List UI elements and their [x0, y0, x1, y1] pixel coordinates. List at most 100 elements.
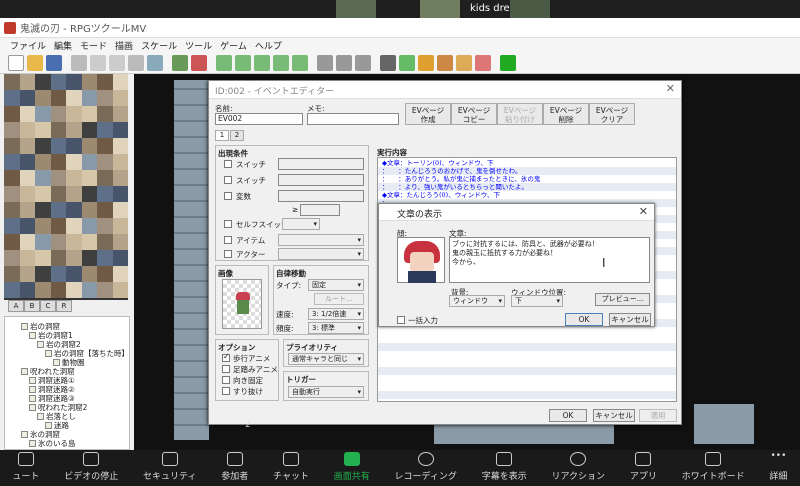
tile[interactable]: [97, 218, 113, 234]
tile[interactable]: [66, 122, 82, 138]
tile[interactable]: [81, 106, 98, 122]
tile[interactable]: [35, 250, 51, 266]
tile[interactable]: [50, 218, 67, 234]
tile[interactable]: [81, 218, 98, 234]
tile[interactable]: [19, 154, 36, 170]
tile[interactable]: [50, 170, 67, 186]
tile[interactable]: [81, 90, 98, 106]
cut-icon[interactable]: [71, 54, 87, 71]
cancel-button[interactable]: キャンセル: [593, 409, 635, 422]
face-picker[interactable]: [397, 237, 445, 283]
background-select[interactable]: ウィンドウ: [449, 295, 505, 307]
resource-manager-icon[interactable]: [456, 54, 472, 71]
menu-help[interactable]: ヘルプ: [255, 39, 282, 52]
actor-select[interactable]: [278, 248, 364, 260]
ok-button[interactable]: OK: [549, 409, 587, 422]
tile[interactable]: [112, 282, 128, 298]
freq-select[interactable]: 3: 標準: [308, 322, 364, 334]
tile[interactable]: [81, 266, 98, 282]
tile[interactable]: [4, 74, 20, 90]
switch1-checkbox[interactable]: [224, 160, 232, 168]
message-textarea[interactable]: ブゥに対抗するには、防具と、武器が必要ね！ 鬼の親玉に抵抗する力が必要ね！ 今か…: [449, 237, 650, 283]
tile[interactable]: [35, 170, 51, 186]
reactions-button[interactable]: リアクション: [551, 452, 605, 482]
tile[interactable]: [112, 122, 128, 138]
stop-video-button[interactable]: ビデオの停止: [64, 452, 118, 482]
tile[interactable]: [66, 138, 82, 154]
tile[interactable]: [97, 74, 113, 90]
sound-test-icon[interactable]: [418, 54, 434, 71]
tile[interactable]: [35, 90, 51, 106]
move-type-select[interactable]: 固定: [308, 279, 364, 291]
chat-button[interactable]: チャット: [273, 452, 309, 482]
video-thumbnail[interactable]: [336, 0, 376, 18]
tile[interactable]: [4, 234, 20, 250]
tile[interactable]: [4, 202, 20, 218]
tile[interactable]: [4, 250, 20, 266]
tile[interactable]: [19, 170, 36, 186]
list-item[interactable]: ： ：ありがとう。私が鬼に捕まったときに、氷の鬼: [378, 175, 676, 183]
tile[interactable]: [112, 250, 128, 266]
palette-tab-r[interactable]: R: [56, 300, 72, 312]
tile[interactable]: [50, 250, 67, 266]
variable-checkbox[interactable]: [224, 192, 232, 200]
copy-icon[interactable]: [90, 54, 106, 71]
close-icon[interactable]: ✕: [666, 82, 675, 95]
tile[interactable]: [50, 106, 67, 122]
tile[interactable]: [66, 234, 82, 250]
tile[interactable]: [97, 250, 113, 266]
undo-icon[interactable]: [147, 54, 163, 71]
list-item[interactable]: ： ：より、強い鬼がいるとちらっと聞いたよ。: [378, 183, 676, 191]
tile[interactable]: [50, 266, 67, 282]
ellipse-icon[interactable]: [254, 54, 270, 71]
tile[interactable]: [50, 186, 67, 202]
self-switch-checkbox[interactable]: [224, 220, 232, 228]
open-project-icon[interactable]: [27, 54, 43, 71]
tile[interactable]: [97, 122, 113, 138]
tile[interactable]: [81, 202, 98, 218]
palette-tab-b[interactable]: B: [24, 300, 40, 312]
item-checkbox[interactable]: [224, 236, 232, 244]
tile[interactable]: [19, 234, 36, 250]
list-item[interactable]: ◆文章：たんじろう(0)、ウィンドウ、下: [378, 191, 676, 199]
tile[interactable]: [35, 218, 51, 234]
shadow-pen-icon[interactable]: [292, 54, 308, 71]
ok-button[interactable]: OK: [565, 313, 603, 326]
tile[interactable]: [81, 186, 98, 202]
security-button[interactable]: セキュリティ: [143, 452, 196, 482]
tile[interactable]: [97, 234, 113, 250]
menu-draw[interactable]: 描画: [115, 39, 133, 52]
item-select[interactable]: [278, 234, 364, 246]
tile[interactable]: [50, 202, 67, 218]
mute-button[interactable]: ュート: [12, 452, 39, 482]
tile[interactable]: [4, 90, 20, 106]
route-button[interactable]: ルート...: [314, 293, 364, 305]
memo-field[interactable]: [307, 113, 399, 125]
variable-value[interactable]: [300, 204, 340, 216]
copy-page-button[interactable]: EVページ コピー: [451, 103, 497, 125]
tile[interactable]: [19, 122, 36, 138]
tile[interactable]: [50, 122, 67, 138]
tile[interactable]: [19, 202, 36, 218]
menu-tools[interactable]: ツール: [185, 39, 212, 52]
apply-button[interactable]: 適用: [639, 409, 677, 422]
switch2-picker[interactable]: [278, 174, 364, 186]
tile[interactable]: [66, 266, 82, 282]
video-thumbnail[interactable]: [420, 0, 460, 18]
cancel-button[interactable]: キャンセル: [609, 313, 651, 326]
tile[interactable]: [35, 138, 51, 154]
tile[interactable]: [112, 202, 128, 218]
walking-anim-checkbox[interactable]: [222, 352, 230, 362]
list-item[interactable]: ： ：たんじろうのおかげで、鬼を倒せたわ。: [378, 167, 676, 175]
tile[interactable]: [81, 170, 98, 186]
database-icon[interactable]: [380, 54, 396, 71]
tile[interactable]: [112, 138, 128, 154]
map-mode-icon[interactable]: [172, 54, 188, 71]
tile[interactable]: [19, 74, 36, 90]
self-switch-select[interactable]: [282, 218, 320, 230]
tile[interactable]: [112, 90, 128, 106]
tile[interactable]: [19, 186, 36, 202]
tile[interactable]: [66, 90, 82, 106]
tile[interactable]: [66, 74, 82, 90]
more-button[interactable]: ••• 詳細: [769, 452, 787, 483]
